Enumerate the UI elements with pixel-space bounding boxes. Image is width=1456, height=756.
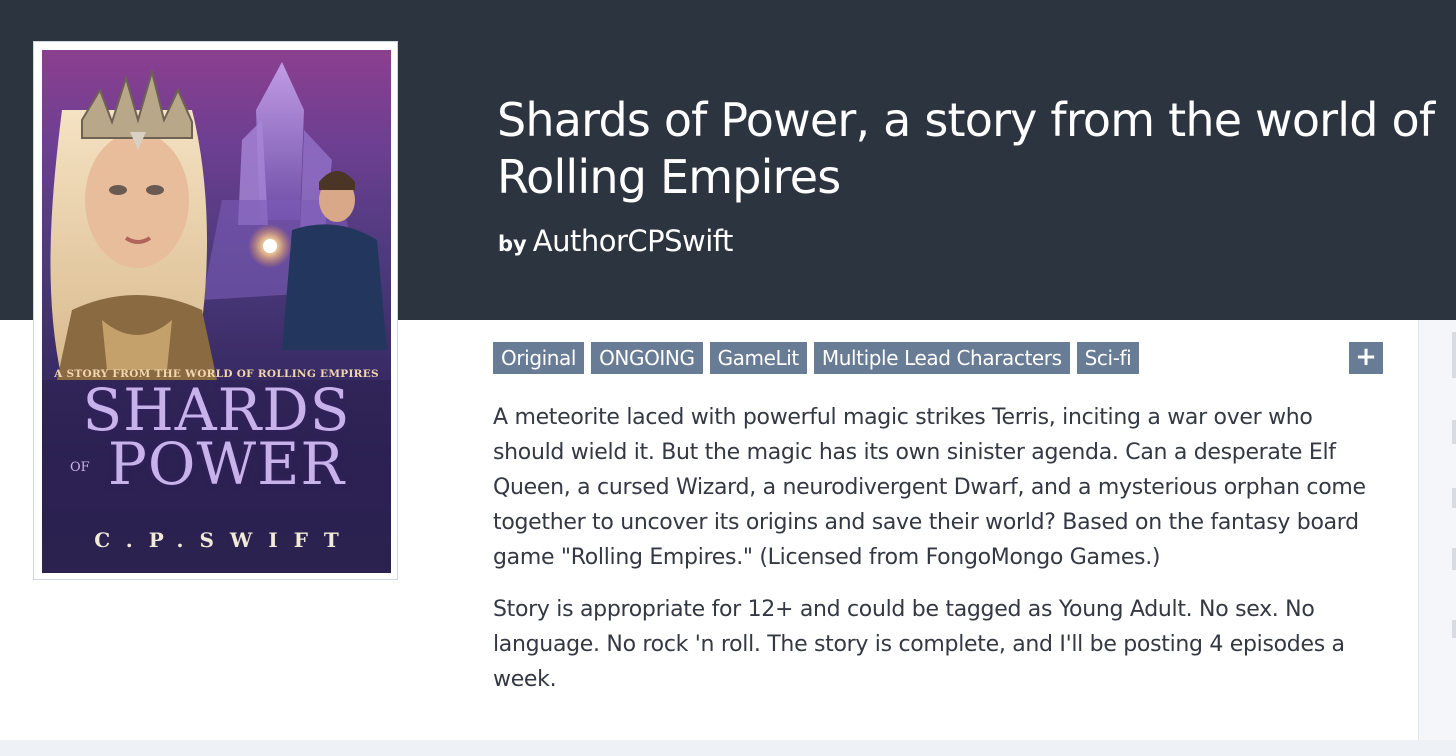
author-link[interactable]: AuthorCPSwift (533, 224, 734, 258)
right-sidebar-edge (1418, 320, 1456, 740)
cover-image-frame[interactable]: A STORY FROM THE WORLD OF ROLLING EMPIRE… (33, 41, 398, 580)
plus-icon: + (1355, 342, 1377, 372)
sidebar-edge-mark (1452, 420, 1456, 444)
show-more-tags-button[interactable]: + (1349, 342, 1383, 374)
sidebar-edge-mark (1452, 620, 1456, 638)
description-paragraph: Story is appropriate for 12+ and could b… (493, 597, 1345, 692)
sidebar-edge-mark (1452, 488, 1456, 508)
sidebar-edge-mark (1452, 332, 1456, 378)
cover-title-line-2: POWER (107, 430, 346, 498)
fiction-title: Shards of Power, a story from the world … (497, 93, 1435, 204)
sidebar-edge-mark (1452, 548, 1456, 570)
fiction-description: A meteorite laced with powerful magic st… (493, 400, 1393, 714)
tag-ongoing[interactable]: ONGOING (591, 342, 703, 374)
cover-author: C.P.SWIFT (94, 528, 355, 552)
tag-list: Original ONGOING GameLit Multiple Lead C… (493, 342, 1140, 374)
description-paragraph: A meteorite laced with powerful magic st… (493, 405, 1366, 570)
tag-multiple-lead-characters[interactable]: Multiple Lead Characters (813, 342, 1070, 374)
tag-gamelit[interactable]: GameLit (709, 342, 807, 374)
tag-sci-fi[interactable]: Sci-fi (1076, 342, 1140, 374)
byline: by AuthorCPSwift (498, 224, 733, 258)
tag-original[interactable]: Original (493, 342, 585, 374)
byline-prefix: by (498, 232, 527, 256)
cover-image[interactable]: A STORY FROM THE WORLD OF ROLLING EMPIRE… (42, 50, 391, 573)
